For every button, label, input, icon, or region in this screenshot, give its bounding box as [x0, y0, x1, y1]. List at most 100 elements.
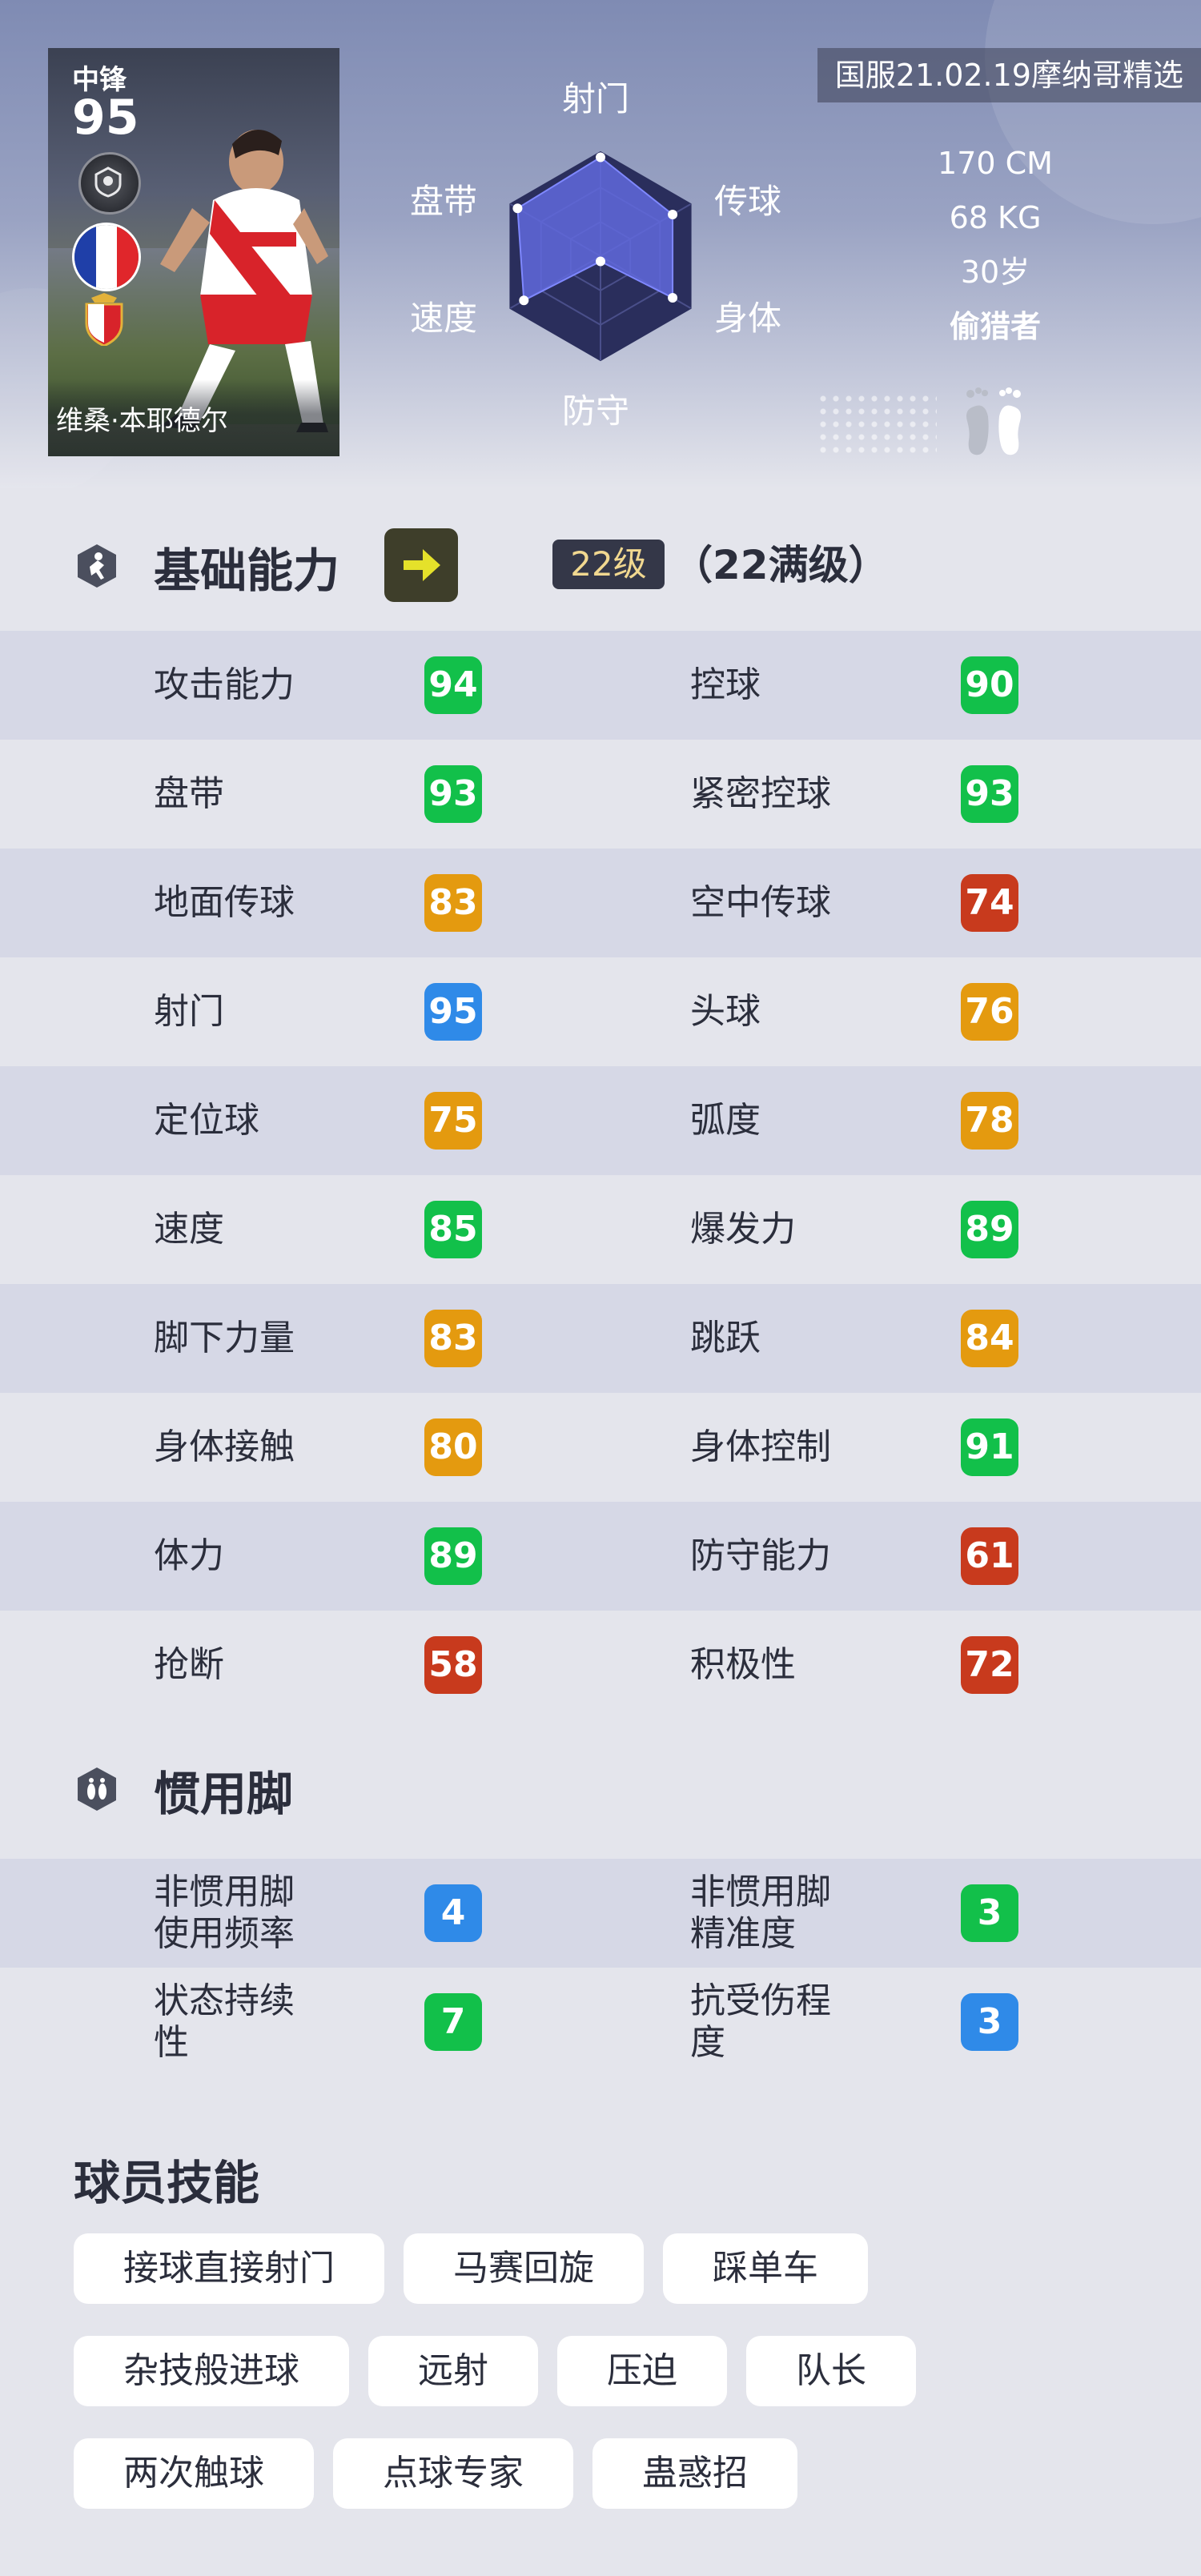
stat-label: 射门 — [154, 991, 224, 1032]
stat-row: 体力 89 防守能力 61 — [0, 1502, 1201, 1611]
player-weight: 68 KG — [949, 200, 1042, 235]
arrow-right-icon — [404, 549, 440, 581]
stat-label: 盘带 — [154, 773, 224, 814]
radar-label-passing: 传球 — [714, 182, 782, 221]
max-level-label: （22满级） — [673, 542, 889, 588]
stat-label: 攻击能力 — [154, 664, 295, 705]
stat-value-badge: 76 — [961, 983, 1018, 1041]
radar-label-defense: 防守 — [562, 391, 630, 431]
physical-info: 170 CM 68 KG 30岁 偷猎者 — [905, 136, 1086, 354]
stat-row: 攻击能力 94 控球 90 — [0, 631, 1201, 740]
club-crest-icon — [85, 293, 123, 346]
stat-row: 状态持续 性 7 抗受伤程 度 3 — [0, 1968, 1201, 2076]
skill-chip[interactable]: 压迫 — [557, 2336, 727, 2406]
stat-label: 体力 — [154, 1535, 224, 1576]
stat-label: 跳跃 — [690, 1318, 761, 1358]
skill-chip[interactable]: 蛊惑招 — [592, 2438, 797, 2509]
expand-arrow-button[interactable] — [384, 528, 458, 602]
version-tag: 国服21.02.19摩纳哥精选 — [817, 48, 1201, 102]
stat-label: 脚下力量 — [154, 1318, 295, 1358]
basic-ability-title: 基础能力 — [154, 544, 340, 598]
skills-list: 接球直接射门 马赛回旋 踩单车 杂技般进球 远射 压迫 队长 两次触球 点球专家 蛊惑招 — [74, 2233, 1139, 2541]
stat-label: 控球 — [690, 664, 761, 705]
skill-chip[interactable]: 杂技般进球 — [74, 2336, 349, 2406]
stat-label: 抢断 — [154, 1644, 224, 1685]
stat-label: 积极性 — [690, 1644, 796, 1685]
stat-label: 定位球 — [154, 1100, 259, 1141]
stat-value-badge: 75 — [424, 1092, 482, 1150]
stat-value-badge: 89 — [961, 1201, 1018, 1258]
stat-label: 防守能力 — [690, 1535, 831, 1576]
player-play-style: 偷猎者 — [949, 309, 1041, 344]
foot-table: 非惯用脚 使用频率 4 非惯用脚 精准度 3 状态持续 性 7 抗受伤程 度 3 — [0, 1859, 1201, 2076]
stat-value-badge: 93 — [424, 765, 482, 823]
stat-value-badge: 83 — [424, 874, 482, 932]
stat-value-badge: 93 — [961, 765, 1018, 823]
stat-value-badge: 74 — [961, 874, 1018, 932]
skill-chip[interactable]: 点球专家 — [333, 2438, 573, 2509]
stat-row: 定位球 75 弧度 78 — [0, 1066, 1201, 1175]
stat-label: 弧度 — [690, 1100, 761, 1141]
stat-label: 状态持续 性 — [154, 1980, 295, 2063]
radar-point-speed — [519, 295, 529, 306]
skills-row: 杂技般进球 远射 压迫 队长 — [74, 2336, 1139, 2406]
stat-value-badge: 4 — [424, 1884, 482, 1942]
stat-row: 射门 95 头球 76 — [0, 957, 1201, 1066]
radar-point-physical — [668, 293, 678, 303]
stat-label: 头球 — [690, 991, 761, 1032]
skill-chip[interactable]: 踩单车 — [663, 2233, 868, 2304]
card-type-badge-icon — [78, 152, 141, 215]
skills-title: 球员技能 — [74, 2156, 260, 2210]
skill-chip[interactable]: 马赛回旋 — [404, 2233, 644, 2304]
player-age: 30岁 — [960, 255, 1030, 290]
player-header: 中锋 95 维桑·本耶德尔 国服21.02.19摩纳哥精选 射门 盘带 传球 速… — [0, 0, 1201, 488]
stat-label: 爆发力 — [690, 1209, 796, 1250]
stat-value-badge: 91 — [961, 1418, 1018, 1476]
stat-value-badge: 80 — [424, 1418, 482, 1476]
stat-row: 抢断 58 积极性 72 — [0, 1611, 1201, 1719]
dot-pattern — [817, 392, 937, 456]
stat-value-badge: 58 — [424, 1636, 482, 1694]
stat-value-badge: 83 — [424, 1310, 482, 1367]
stat-value-badge: 94 — [424, 656, 482, 714]
radar-point-shooting — [596, 152, 605, 163]
stat-label: 紧密控球 — [690, 773, 831, 814]
stat-value-badge: 61 — [961, 1527, 1018, 1585]
foot-title: 惯用脚 — [154, 1767, 294, 1821]
skills-row: 接球直接射门 马赛回旋 踩单车 — [74, 2233, 1139, 2304]
foot-icon — [78, 1767, 116, 1811]
stat-label: 非惯用脚 使用频率 — [154, 1872, 295, 1954]
stat-value-badge: 3 — [961, 1884, 1018, 1942]
stat-label: 速度 — [154, 1209, 224, 1250]
stat-value-badge: 89 — [424, 1527, 482, 1585]
radar-label-shooting: 射门 — [562, 79, 630, 118]
stat-row: 速度 85 爆发力 89 — [0, 1175, 1201, 1284]
radar-label-physical: 身体 — [714, 299, 782, 338]
player-card[interactable]: 中锋 95 维桑·本耶德尔 — [48, 48, 339, 456]
stat-value-badge: 95 — [424, 983, 482, 1041]
skills-row: 两次触球 点球专家 蛊惑招 — [74, 2438, 1139, 2509]
stat-value-badge: 78 — [961, 1092, 1018, 1150]
skill-chip[interactable]: 队长 — [746, 2336, 916, 2406]
level-badge[interactable]: 22级 — [552, 540, 665, 589]
stat-row: 盘带 93 紧密控球 93 — [0, 740, 1201, 849]
stat-value-badge: 7 — [424, 1993, 482, 2051]
player-rating: 95 — [72, 90, 139, 146]
basic-ability-icon — [78, 544, 116, 588]
stat-value-badge: 90 — [961, 656, 1018, 714]
footprints-icon — [966, 387, 1021, 455]
stat-label: 空中传球 — [690, 882, 831, 923]
skill-chip[interactable]: 接球直接射门 — [74, 2233, 384, 2304]
stat-label: 身体接触 — [154, 1426, 295, 1467]
radar-label-speed: 速度 — [410, 299, 478, 338]
skill-chip[interactable]: 两次触球 — [74, 2438, 314, 2509]
nationality-flag-icon — [72, 223, 141, 291]
stat-row: 身体接触 80 身体控制 91 — [0, 1393, 1201, 1502]
radar-point-dribbling — [512, 203, 523, 214]
skill-chip[interactable]: 远射 — [368, 2336, 538, 2406]
player-height: 170 CM — [938, 146, 1053, 181]
stat-row: 地面传球 83 空中传球 74 — [0, 849, 1201, 957]
stat-value-badge: 3 — [961, 1993, 1018, 2051]
stat-row: 脚下力量 83 跳跃 84 — [0, 1284, 1201, 1393]
stat-value-badge: 85 — [424, 1201, 482, 1258]
